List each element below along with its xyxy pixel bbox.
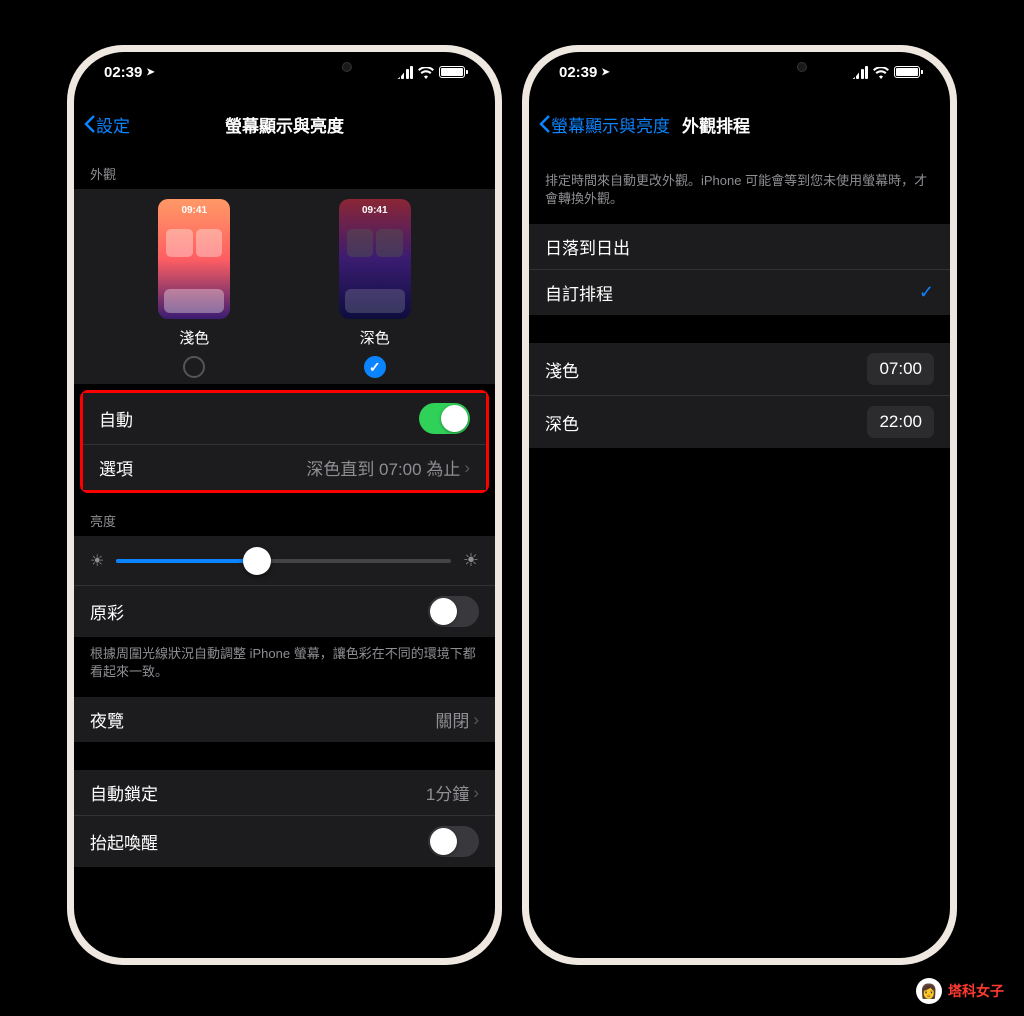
- nav-title: 螢幕顯示與亮度: [225, 112, 344, 137]
- section-header-appearance: 外觀: [74, 146, 495, 189]
- light-time-cell[interactable]: 淺色 07:00: [529, 343, 950, 396]
- nav-back-button[interactable]: 螢幕顯示與亮度: [539, 112, 670, 137]
- light-time-value[interactable]: 07:00: [867, 353, 934, 385]
- sun-large-icon: ☀︎: [463, 550, 479, 571]
- dark-time-cell[interactable]: 深色 22:00: [529, 396, 950, 448]
- wifi-icon: [418, 66, 434, 78]
- phone-right: 02:39 ➤ 螢幕顯示與亮度 外觀排程 排定時間來自動更改外觀。iPhone …: [522, 45, 957, 965]
- section-header-brightness: 亮度: [74, 493, 495, 536]
- dark-label: 深色: [545, 410, 579, 435]
- light-radio[interactable]: [183, 356, 205, 378]
- highlight-box: 自動 選項 深色直到 07:00 為止›: [80, 390, 489, 493]
- dark-label: 深色: [360, 327, 390, 348]
- nav-back-label: 設定: [96, 112, 130, 137]
- chevron-right-icon: ›: [464, 458, 470, 478]
- nav-bar: 設定 螢幕顯示與亮度: [74, 102, 495, 146]
- auto-toggle[interactable]: [419, 403, 470, 434]
- sunset-sunrise-cell[interactable]: 日落到日出: [529, 224, 950, 270]
- chevron-left-icon: [84, 114, 96, 134]
- options-label: 選項: [99, 455, 133, 480]
- battery-icon: [439, 66, 465, 78]
- schedule-footer: 排定時間來自動更改外觀。iPhone 可能會等到您未使用螢幕時，才會轉換外觀。: [529, 146, 950, 224]
- appearance-selector: 09:41 淺色 09:41 深色: [74, 189, 495, 384]
- true-tone-cell[interactable]: 原彩: [74, 586, 495, 637]
- night-shift-label: 夜覽: [90, 707, 124, 732]
- phone-notch: [617, 52, 861, 82]
- custom-schedule-cell[interactable]: 自訂排程 ✓: [529, 270, 950, 315]
- raise-wake-label: 抬起喚醒: [90, 829, 158, 854]
- auto-lock-cell[interactable]: 自動鎖定 1分鐘›: [74, 770, 495, 816]
- nav-back-label: 螢幕顯示與亮度: [551, 112, 670, 137]
- chevron-right-icon: ›: [473, 710, 479, 730]
- dark-radio[interactable]: [364, 356, 386, 378]
- brightness-slider[interactable]: [116, 559, 451, 563]
- check-icon: ✓: [919, 282, 934, 303]
- chevron-right-icon: ›: [473, 783, 479, 803]
- wifi-icon: [873, 66, 889, 78]
- light-preview: 09:41: [158, 199, 230, 319]
- true-tone-label: 原彩: [90, 599, 124, 624]
- night-shift-cell[interactable]: 夜覽 關閉›: [74, 697, 495, 742]
- custom-schedule-label: 自訂排程: [545, 280, 613, 305]
- nav-bar: 螢幕顯示與亮度 外觀排程: [529, 102, 950, 146]
- nav-title: 外觀排程: [682, 112, 750, 137]
- brightness-slider-row: ☀︎ ☀︎: [74, 536, 495, 586]
- status-time: 02:39: [559, 64, 597, 81]
- chevron-left-icon: [539, 114, 551, 134]
- watermark-text: 塔科女子: [948, 981, 1004, 1001]
- dark-preview: 09:41: [339, 199, 411, 319]
- battery-icon: [894, 66, 920, 78]
- phone-notch: [162, 52, 406, 82]
- auto-lock-label: 自動鎖定: [90, 780, 158, 805]
- phone-left: 02:39 ➤ 設定 螢幕顯示與亮度 外觀 09:: [67, 45, 502, 965]
- sunset-sunrise-label: 日落到日出: [545, 234, 630, 259]
- sun-small-icon: ☀︎: [90, 551, 104, 571]
- auto-toggle-cell[interactable]: 自動: [83, 393, 486, 445]
- light-label: 淺色: [545, 357, 579, 382]
- status-time: 02:39: [104, 64, 142, 81]
- appearance-option-dark[interactable]: 09:41 深色: [339, 199, 411, 378]
- watermark-icon: 👩: [916, 978, 942, 1004]
- true-tone-footer: 根據周圍光線狀況自動調整 iPhone 螢幕，讓色彩在不同的環境下都看起來一致。: [74, 637, 495, 697]
- raise-wake-cell[interactable]: 抬起喚醒: [74, 816, 495, 867]
- options-cell[interactable]: 選項 深色直到 07:00 為止›: [83, 445, 486, 490]
- light-label: 淺色: [179, 327, 209, 348]
- appearance-option-light[interactable]: 09:41 淺色: [158, 199, 230, 378]
- watermark: 👩 塔科女子: [916, 978, 1004, 1004]
- auto-label: 自動: [99, 406, 133, 431]
- location-icon: ➤: [146, 67, 154, 78]
- location-icon: ➤: [601, 67, 609, 78]
- dark-time-value[interactable]: 22:00: [867, 406, 934, 438]
- raise-wake-toggle[interactable]: [428, 826, 479, 857]
- nav-back-button[interactable]: 設定: [84, 112, 130, 137]
- true-tone-toggle[interactable]: [428, 596, 479, 627]
